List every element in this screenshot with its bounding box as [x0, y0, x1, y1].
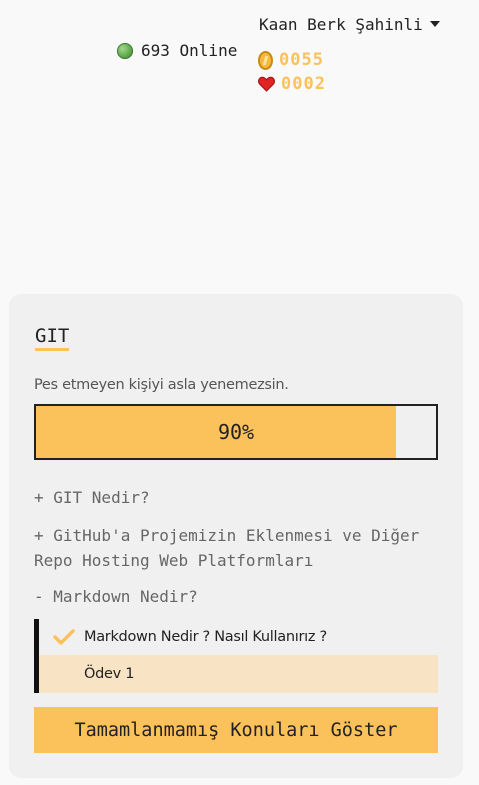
heart-count: 0002 — [281, 74, 326, 94]
coin-count: 0055 — [279, 50, 324, 70]
online-status-icon — [117, 42, 133, 59]
coin-icon — [258, 50, 273, 70]
course-title: GIT — [35, 325, 70, 351]
heart-counter: 0002 — [258, 74, 326, 94]
show-incomplete-topics-button[interactable]: Tamamlanmamış Konuları Göster — [34, 707, 438, 753]
topic-markdown-nedir[interactable]: - Markdown Nedir? — [34, 584, 439, 609]
coin-counter: 0055 — [258, 50, 324, 70]
subtopic-label: Markdown Nedir ? Nasıl Kullanırız ? — [84, 629, 327, 645]
caret-down-icon[interactable] — [429, 20, 440, 27]
user-name[interactable]: Kaan Berk Şahinli — [259, 15, 423, 34]
course-card: GIT Pes etmeyen kişiyi asla yenemezsin. … — [9, 294, 463, 778]
online-count: 693 Online — [117, 41, 237, 60]
course-motto: Pes etmeyen kişiyi asla yenemezsin. — [34, 377, 289, 393]
subtopic-item[interactable]: Ödev 1 — [34, 655, 438, 693]
heart-icon — [258, 76, 275, 92]
subtopic-label: Ödev 1 — [84, 666, 135, 682]
topic-github-projemiz[interactable]: + GitHub'a Projemizin Eklenmesi ve Diğer… — [34, 523, 439, 573]
progress-bar: 90% — [34, 404, 438, 460]
user-menu[interactable]: Kaan Berk Şahinli — [259, 15, 440, 34]
subtopic-item[interactable]: Markdown Nedir ? Nasıl Kullanırız ? — [34, 619, 438, 655]
progress-text: 90% — [217, 420, 255, 444]
check-icon — [53, 629, 75, 645]
topic-git-nedir[interactable]: + GIT Nedir? — [34, 485, 439, 510]
online-count-text: 693 Online — [141, 41, 238, 60]
